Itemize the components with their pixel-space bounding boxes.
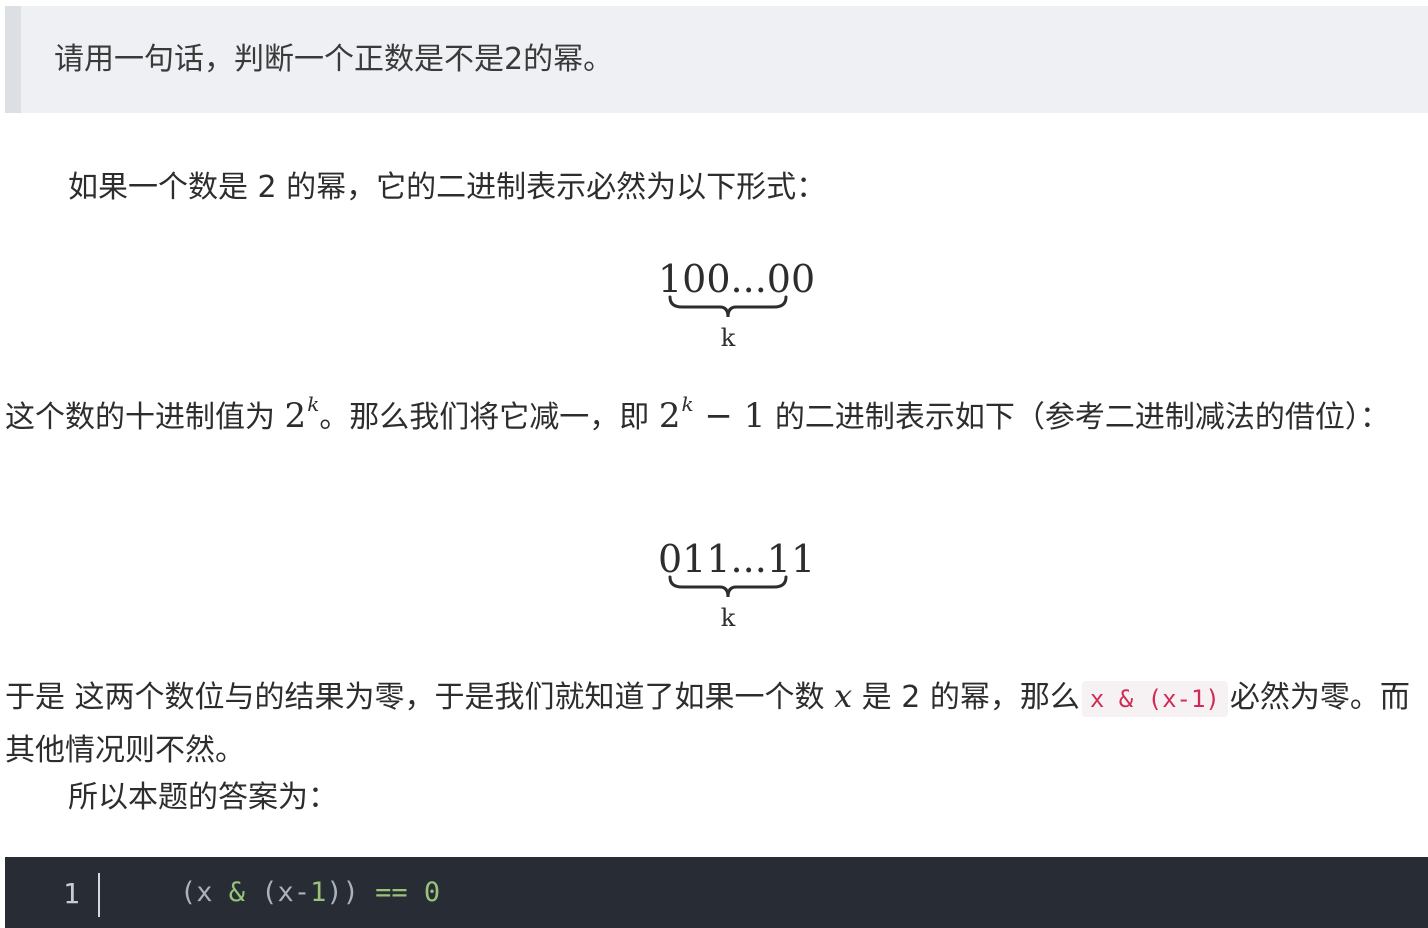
variable-x: x xyxy=(834,677,853,715)
binary-minus-one-label: k xyxy=(720,604,736,632)
power-exponent-2: k xyxy=(681,392,694,416)
decimal-text-2: 。那么我们将它减一，即 xyxy=(319,400,659,435)
decimal-text-3: 的二进制表示如下（参考二进制减法的借位）： xyxy=(765,400,1390,435)
binary-power-underbrace: 100...00 k xyxy=(658,255,815,355)
minus-one-term: − 1 xyxy=(693,396,766,436)
code-token-one: 1 xyxy=(310,877,327,908)
intro-paragraph: 如果一个数是 2 的幂，它的二进制表示必然为以下形式： xyxy=(68,170,827,205)
power-base-1: 2 xyxy=(284,396,307,436)
answer-paragraph: 所以本题的答案为： xyxy=(68,780,338,815)
result-text-2: 是 2 的幂，那么 xyxy=(852,680,1080,715)
code-token-zero: 0 xyxy=(423,877,441,908)
gutter-divider xyxy=(98,873,100,917)
underbrace-icon xyxy=(668,575,788,598)
code-token-open: (x xyxy=(180,877,229,908)
code-token-amp: & xyxy=(228,877,246,908)
binary-power-label: k xyxy=(720,324,736,352)
question-text: 请用一句话，判断一个正数是不是2的幂。 xyxy=(54,42,614,77)
binary-minus-one-underbrace: 011...11 k xyxy=(658,535,815,635)
decimal-text-1: 这个数的十进制值为 xyxy=(5,400,285,435)
code-token-close: )) xyxy=(326,877,376,908)
code-block: 1 (x & (x-1)) == 0 xyxy=(5,857,1428,928)
code-line: (x & (x-1)) == 0 xyxy=(180,877,440,908)
decimal-value-paragraph: 这个数的十进制值为 2k。那么我们将它减一，即 2k − 1 的二进制表示如下（… xyxy=(5,390,1425,446)
underbrace-icon xyxy=(668,295,788,318)
line-number: 1 xyxy=(63,877,80,910)
power-base-2: 2 xyxy=(658,396,681,436)
question-blockquote: 请用一句话，判断一个正数是不是2的幂。 xyxy=(5,6,1428,113)
code-token-mid: (x- xyxy=(245,877,311,908)
power-exponent-1: k xyxy=(307,392,320,416)
result-text-1: 于是 这两个数位与的结果为零，于是我们就知道了如果一个数 xyxy=(5,680,835,715)
inline-code: x & (x-1) xyxy=(1081,681,1228,717)
result-paragraph: 于是 这两个数位与的结果为零，于是我们就知道了如果一个数 x 是 2 的幂，那么… xyxy=(5,670,1428,777)
code-token-eq: == xyxy=(375,877,408,908)
